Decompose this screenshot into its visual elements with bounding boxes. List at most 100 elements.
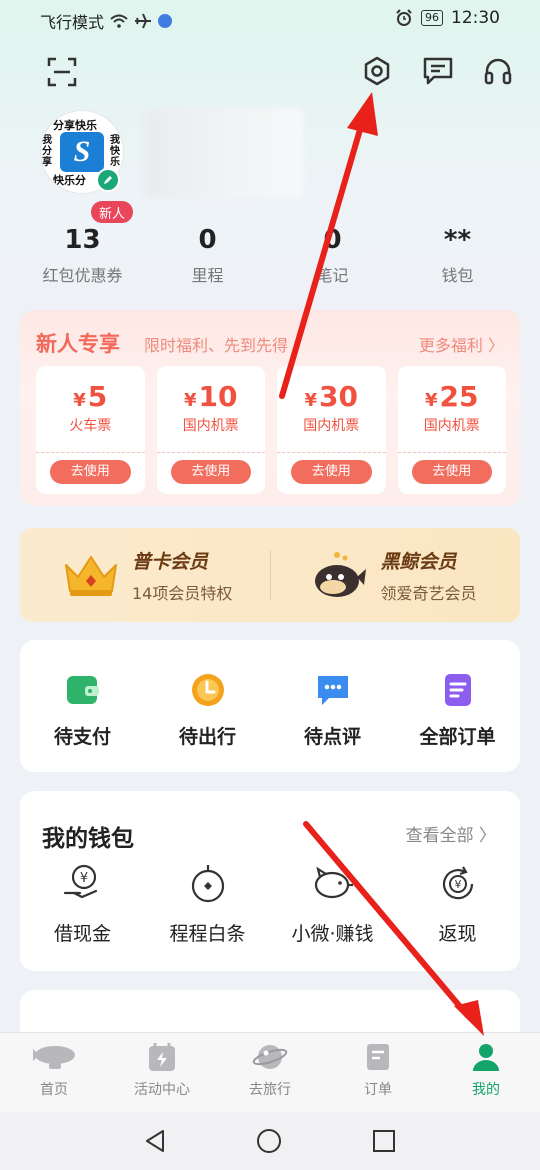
wallet-item-label: 程程白条: [169, 923, 246, 945]
tab-mine[interactable]: 我的: [432, 1033, 540, 1112]
order-pending-payment[interactable]: 待支付: [20, 640, 145, 772]
coupon-kind: 国内机票: [303, 418, 360, 434]
divider: [36, 452, 145, 453]
coupon-kind: 国内机票: [182, 418, 239, 434]
use-coupon-button[interactable]: 去使用: [50, 460, 131, 484]
wallet-item-label: 返现: [438, 923, 477, 945]
stat-label: 笔记: [316, 266, 349, 285]
use-coupon-button[interactable]: 去使用: [291, 460, 372, 484]
document-list-icon: [444, 674, 471, 706]
stat-label: 钱包: [441, 266, 474, 285]
pencil-icon: [104, 176, 112, 184]
wallet-item-cashback[interactable]: ¥ 返现: [395, 863, 520, 946]
new-user-title: 新人专享: [36, 332, 120, 356]
coupon-amount: 5: [87, 380, 108, 413]
avatar-text-top: 分享快乐: [53, 119, 97, 132]
new-user-exclusive-card: 新人专享 限时福利、先到先得 更多福利 〉 ¥5 火车票 去使用 ¥10 国内机…: [20, 310, 520, 506]
scan-icon: [47, 57, 77, 87]
stopwatch-icon: [191, 865, 224, 903]
membership-card: 普卡会员 14项会员特权 黑鲸会员 领爱奇艺会员: [20, 528, 520, 622]
tab-activity-center[interactable]: 活动中心: [108, 1033, 216, 1112]
currency-symbol: ¥: [184, 390, 197, 411]
coupon-flight-10[interactable]: ¥10 国内机票 去使用: [156, 366, 265, 494]
customer-service-button[interactable]: [480, 53, 516, 89]
stat-notes[interactable]: 0 笔记: [270, 222, 395, 292]
system-navigation-bar: [0, 1112, 540, 1170]
coupon-flight-30[interactable]: ¥30 国内机票 去使用: [277, 366, 386, 494]
tab-label: 去旅行: [249, 1082, 291, 1098]
order-pending-review[interactable]: 待点评: [270, 640, 395, 772]
currency-symbol: ¥: [304, 390, 318, 411]
stat-value: 13: [64, 225, 101, 255]
wallet-card: 我的钱包 查看全部 〉 ¥ 借现金 程程白条 小微·赚钱 ¥ 返现: [20, 791, 520, 971]
tab-label: 活动中心: [134, 1082, 190, 1098]
stat-label: 里程: [191, 266, 224, 285]
coupon-amount: 30: [319, 380, 358, 413]
svg-text:¥: ¥: [454, 878, 461, 891]
user-icon: [473, 1044, 499, 1071]
bottom-tab-bar: 首页 活动中心 去旅行 订单 我的: [0, 1032, 540, 1112]
order-label: 待支付: [53, 726, 111, 748]
whale-icon: [314, 552, 366, 597]
order-all[interactable]: 全部订单: [395, 640, 520, 772]
scan-button[interactable]: [44, 54, 80, 90]
wallet-item-borrow-cash[interactable]: ¥ 借现金: [20, 863, 145, 946]
wallet-item-earn-money[interactable]: 小微·赚钱: [270, 863, 395, 946]
view-all-link[interactable]: 查看全部 〉: [406, 821, 496, 846]
order-label: 待出行: [178, 726, 236, 748]
currency-symbol: ¥: [73, 390, 86, 411]
planet-icon: [252, 1045, 288, 1069]
app-notification-icon: [158, 14, 173, 28]
hand-yen-icon: ¥: [63, 864, 97, 899]
use-coupon-button[interactable]: 去使用: [170, 460, 251, 484]
stat-coupons[interactable]: 13 红包优惠券: [20, 222, 145, 292]
piggy-bank-icon: [314, 866, 353, 899]
messages-button[interactable]: [420, 53, 456, 89]
avatar-logo: S: [60, 132, 104, 172]
orders-card: 待支付 待出行 待点评 全部订单: [20, 640, 520, 772]
order-label: 待点评: [303, 726, 361, 748]
black-whale-membership[interactable]: 黑鲸会员 领爱奇艺会员: [271, 528, 521, 622]
back-icon[interactable]: [142, 1128, 168, 1154]
settings-button[interactable]: [359, 53, 395, 89]
use-coupon-button[interactable]: 去使用: [411, 460, 492, 484]
new-user-badge: 新人: [91, 201, 133, 223]
wallet-item-label: 借现金: [53, 923, 111, 945]
tab-travel[interactable]: 去旅行: [216, 1033, 324, 1112]
battery-indicator: 96: [421, 10, 443, 26]
crown-icon: [65, 556, 117, 596]
order-label: 全部订单: [419, 726, 496, 748]
stats-row: 13 红包优惠券 0 里程 0 笔记 ** 钱包: [20, 222, 520, 292]
stat-mileage[interactable]: 0 里程: [145, 222, 270, 292]
settings-hexagon-icon: [364, 56, 390, 86]
coupon-kind: 火车票: [69, 418, 112, 434]
arrow-head-settings: [347, 92, 378, 136]
tab-label: 我的: [472, 1082, 500, 1098]
currency-symbol: ¥: [425, 390, 438, 411]
stat-value: 0: [323, 225, 342, 255]
basic-membership[interactable]: 普卡会员 14项会员特权: [20, 528, 270, 622]
avatar-text-right: 我快乐: [110, 135, 120, 168]
coupon-flight-25[interactable]: ¥25 国内机票 去使用: [397, 366, 506, 494]
tab-home[interactable]: 首页: [0, 1033, 108, 1112]
wallet-icon: [66, 676, 99, 704]
coupon-train[interactable]: ¥5 火车票 去使用: [36, 366, 145, 494]
tab-label: 订单: [364, 1082, 392, 1098]
coupon-amount: 10: [198, 380, 238, 413]
more-benefits-link[interactable]: 更多福利 〉: [419, 332, 504, 356]
clock: 12:30: [451, 8, 500, 28]
tab-orders[interactable]: 订单: [324, 1033, 432, 1112]
membership-subtitle: 领爱奇艺会员: [380, 583, 477, 603]
edit-avatar-button[interactable]: [96, 168, 120, 192]
activity-icon: [149, 1043, 175, 1071]
recents-square-icon[interactable]: [372, 1129, 396, 1153]
username-blurred: [144, 108, 304, 198]
airship-icon: [33, 1046, 75, 1069]
avatar-text-bottom: 快乐分: [53, 174, 86, 187]
status-bar: 飞行模式 96 12:30: [0, 0, 540, 40]
wallet-item-baitiao[interactable]: 程程白条: [145, 863, 270, 946]
home-circle-icon[interactable]: [256, 1128, 282, 1154]
stat-label: 红包优惠券: [42, 266, 123, 285]
stat-wallet[interactable]: ** 钱包: [395, 222, 520, 292]
order-pending-travel[interactable]: 待出行: [145, 640, 270, 772]
